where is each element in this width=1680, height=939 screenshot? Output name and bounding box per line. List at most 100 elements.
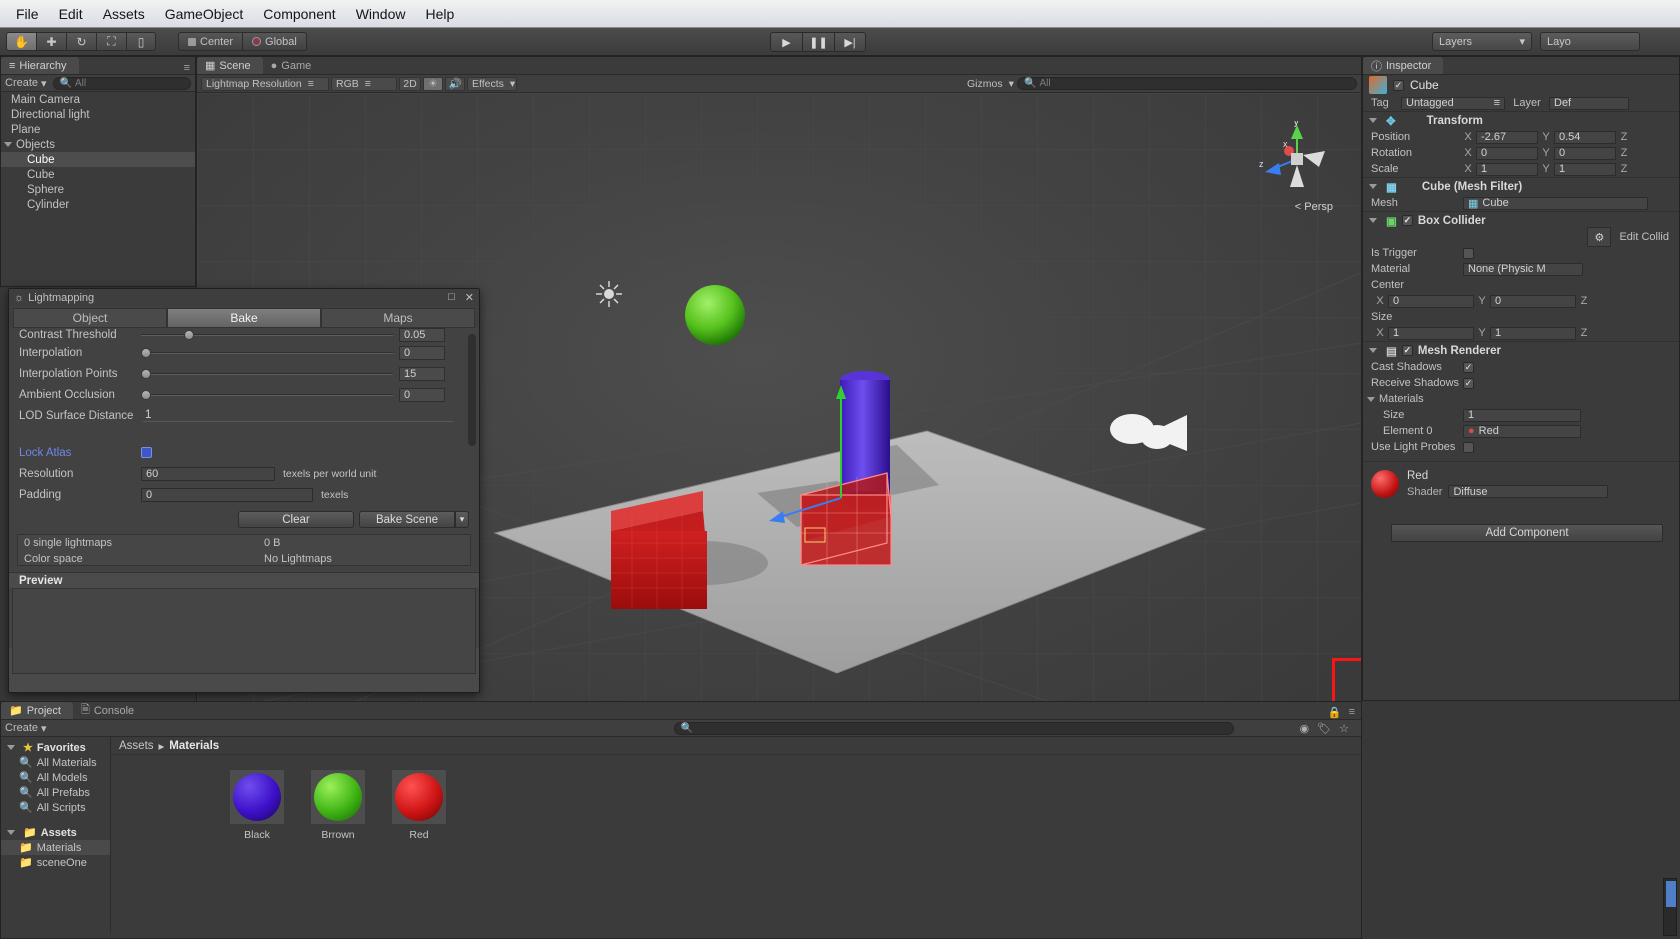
filter-type-icon[interactable]: ◉ [1300,722,1310,735]
tab-game[interactable]: ● Game [263,57,324,74]
perspective-label[interactable]: < Persp [1295,201,1333,213]
list-item[interactable]: Main Camera [1,92,195,107]
hierarchy-create-button[interactable]: Create ▾ [5,77,47,90]
axis-gizmo[interactable]: y z x [1259,117,1335,197]
interpolation-value[interactable]: 0 [399,345,445,360]
size-x-field[interactable]: 1 [1388,326,1474,340]
mesh-renderer-enabled-checkbox[interactable]: ✓ [1401,345,1413,356]
tab-hierarchy[interactable]: ≡ Hierarchy [1,57,79,74]
tab-scene[interactable]: ▦ Scene [197,57,263,74]
cast-shadows-checkbox[interactable]: ✓ [1463,361,1474,373]
list-item[interactable]: Cube [1,167,195,182]
transform-component-header[interactable]: ✥ Transform [1363,111,1679,129]
list-item[interactable]: Plane [1,122,195,137]
materials-size-field[interactable]: 1 [1463,408,1581,422]
pause-button[interactable]: ❚❚ [802,32,834,52]
favorite-star-icon[interactable]: ☆ [1339,722,1349,735]
list-item[interactable]: Cube [1,152,195,167]
ambient-occlusion-slider[interactable] [141,389,393,401]
rotation-x-field[interactable]: 0 [1476,146,1538,160]
menu-item-help[interactable]: Help [415,4,464,24]
chevron-down-icon[interactable] [7,830,15,835]
lod-surface-distance-field[interactable]: 1 [143,409,453,422]
list-item[interactable]: Sphere [1,182,195,197]
chevron-down-icon[interactable] [4,142,12,147]
rotation-y-field[interactable]: 0 [1554,146,1616,160]
object-name-field[interactable]: Cube [1410,78,1439,92]
project-search-input[interactable]: 🔍 [673,721,1234,735]
interpolation-points-value[interactable]: 15 [399,366,445,381]
tab-inspector[interactable]: ⓘ Inspector [1363,57,1444,74]
box-collider-header[interactable]: ▣ ✓ Box Collider [1363,211,1679,229]
hierarchy-search-input[interactable]: 🔍 All [52,76,191,90]
assets-root[interactable]: 📁 Assets [1,825,110,840]
gizmos-dropdown[interactable]: Gizmos ▾ [963,77,1015,91]
asset-item[interactable]: Red [391,769,447,841]
chevron-down-icon[interactable] [1369,218,1377,223]
is-trigger-checkbox[interactable] [1463,247,1474,259]
filter-label-icon[interactable]: 🏷 [1317,722,1331,735]
lighting-toggle-button[interactable]: ☀ [423,76,443,91]
layer-dropdown[interactable]: Def [1549,96,1629,110]
lightmapping-titlebar[interactable]: ☼ Lightmapping □ ✕ [9,289,479,306]
asset-item[interactable]: Black [229,769,285,841]
ambient-occlusion-value[interactable]: 0 [399,387,445,402]
position-y-field[interactable]: 0.54 [1554,130,1616,144]
layout-dropdown[interactable]: Layo [1540,32,1640,51]
favorite-all-materials[interactable]: 🔍 All Materials [1,755,110,770]
rect-tool-icon[interactable]: ▯ [126,32,156,51]
draw-mode-dropdown[interactable]: Lightmap Resolution ≡ [201,76,329,91]
chevron-down-icon[interactable] [1367,396,1375,402]
menu-item-component[interactable]: Component [253,4,345,24]
chevron-down-icon[interactable] [1369,348,1377,353]
tag-dropdown[interactable]: Untagged ≡ [1401,96,1505,110]
menu-item-assets[interactable]: Assets [93,4,155,24]
menu-item-file[interactable]: File [6,4,49,24]
hand-tool-icon[interactable]: ✋ [6,32,36,51]
play-button[interactable]: ▶ [770,32,802,52]
mesh-filter-header[interactable]: ▦ Cube (Mesh Filter) [1363,177,1679,195]
box-collider-enabled-checkbox[interactable]: ✓ [1401,215,1413,226]
size-y-field[interactable]: 1 [1490,326,1576,340]
rotate-tool-icon[interactable]: ↻ [66,32,96,51]
contrast-threshold-value[interactable]: 0.05 [399,328,445,342]
step-button[interactable]: ▶| [834,32,866,52]
tab-project[interactable]: 📁 Project [1,702,73,719]
bake-dropdown-button[interactable]: ▾ [455,511,469,528]
folder-sceneone[interactable]: 📁 sceneOne [1,855,110,870]
physic-material-field[interactable]: None (Physic M [1463,262,1583,276]
lock-atlas-checkbox[interactable] [141,447,152,458]
menu-item-gameobject[interactable]: GameObject [155,4,254,24]
asset-item[interactable]: Brrown [310,769,366,841]
interpolation-slider[interactable] [141,347,393,359]
project-lock-icon[interactable]: 🔒 [1328,706,1342,719]
project-menu-icon[interactable]: ≡ [1349,706,1355,719]
padding-field[interactable]: 0 [141,487,313,502]
scale-y-field[interactable]: 1 [1554,162,1616,176]
chevron-down-icon[interactable] [7,745,15,750]
scale-tool-icon[interactable]: ⛶ [96,32,126,51]
list-item[interactable]: Objects [1,137,195,152]
tab-object[interactable]: Object [13,308,167,328]
tab-maps[interactable]: Maps [321,308,475,328]
chevron-down-icon[interactable] [1369,118,1377,123]
favorite-all-scripts[interactable]: 🔍 All Scripts [1,800,110,815]
lightmapping-scrollbar[interactable] [468,334,476,446]
breadcrumb-assets[interactable]: Assets [119,740,154,752]
scene-search-input[interactable]: 🔍 All [1017,77,1357,90]
color-mode-dropdown[interactable]: RGB ≡ [331,76,397,91]
project-create-button[interactable]: Create ▾ [5,722,47,735]
center-x-field[interactable]: 0 [1388,294,1474,308]
tab-bake[interactable]: Bake [167,308,321,328]
layers-dropdown[interactable]: Layers ▾ [1432,32,1532,51]
scale-x-field[interactable]: 1 [1476,162,1538,176]
audio-toggle-button[interactable]: 🔊 [445,76,465,91]
list-item[interactable]: Directional light [1,107,195,122]
favorite-all-models[interactable]: 🔍 All Models [1,770,110,785]
center-y-field[interactable]: 0 [1490,294,1576,308]
close-icon[interactable]: ✕ [465,291,474,304]
favorite-all-prefabs[interactable]: 🔍 All Prefabs [1,785,110,800]
add-component-button[interactable]: Add Component [1391,524,1663,542]
element0-field[interactable]: ● Red [1463,424,1581,438]
resolution-field[interactable]: 60 [141,466,275,481]
